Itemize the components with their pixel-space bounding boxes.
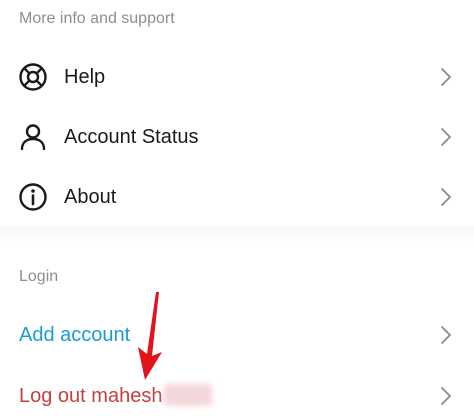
menu-item-help-label: Help bbox=[64, 66, 106, 88]
chevron-right-icon bbox=[440, 67, 452, 87]
person-icon bbox=[17, 121, 49, 153]
logout-label: Log out mahesh bbox=[19, 384, 213, 408]
menu-item-account-status-label: Account Status bbox=[64, 126, 199, 148]
chevron-right-icon bbox=[440, 325, 452, 345]
menu-item-about-label: About bbox=[64, 186, 117, 208]
logout-text: Log out mahesh bbox=[19, 385, 163, 407]
section-divider bbox=[0, 226, 474, 242]
menu-item-account-status[interactable]: Account Status bbox=[0, 107, 474, 167]
logout-button[interactable]: Log out mahesh bbox=[0, 366, 474, 418]
menu-item-about[interactable]: About bbox=[0, 167, 474, 227]
settings-screen: More info and support Help Account Statu… bbox=[0, 0, 474, 418]
lifebuoy-icon bbox=[17, 61, 49, 93]
annotation-arrow-icon bbox=[132, 290, 166, 382]
section-title-support: More info and support bbox=[19, 10, 175, 27]
chevron-right-icon bbox=[440, 127, 452, 147]
chevron-right-icon bbox=[440, 187, 452, 207]
section-title-login: Login bbox=[19, 268, 59, 285]
chevron-right-icon bbox=[440, 386, 452, 406]
info-icon bbox=[17, 181, 49, 213]
menu-item-help[interactable]: Help bbox=[0, 47, 474, 107]
add-account-button[interactable]: Add account bbox=[0, 305, 474, 365]
redacted-username bbox=[164, 384, 213, 406]
add-account-label: Add account bbox=[19, 324, 131, 346]
